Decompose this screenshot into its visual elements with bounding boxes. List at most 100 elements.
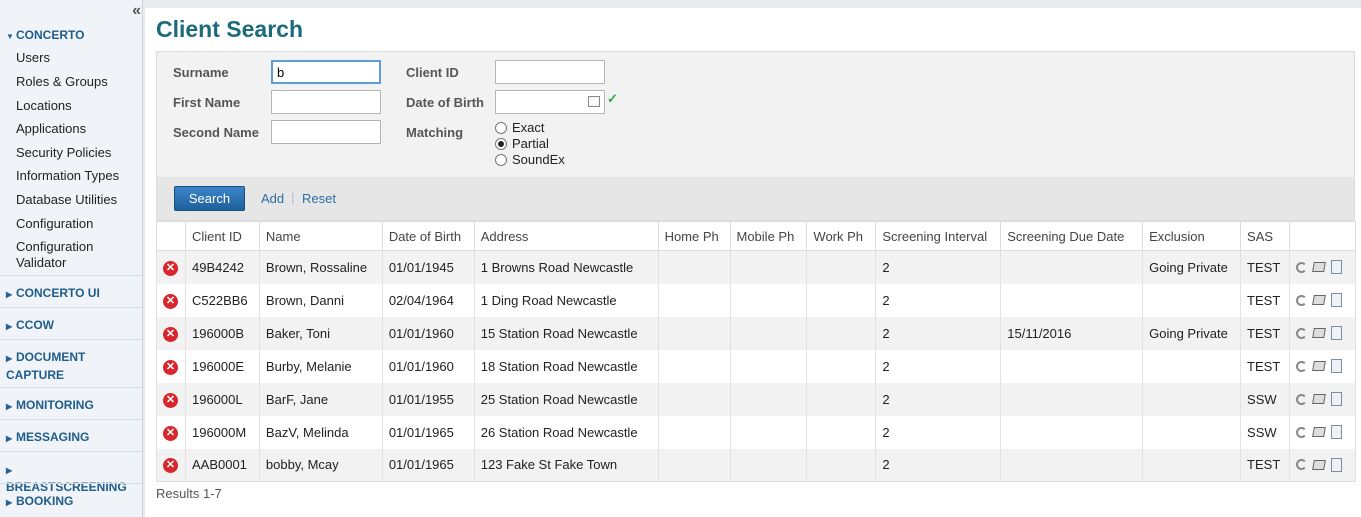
sidebar-header-messaging[interactable]: ▶ MESSAGING: [0, 429, 140, 447]
edit-icon[interactable]: [1312, 295, 1326, 305]
edit-icon[interactable]: [1312, 459, 1326, 470]
table-row[interactable]: ✕ 196000L BarF, Jane 01/01/1955 25 Station R…: [156, 382, 1356, 416]
delete-icon[interactable]: ✕: [163, 293, 178, 309]
refresh-icon[interactable]: [1296, 459, 1307, 471]
sidebar-header-concerto-ui[interactable]: ▶ CONCERTO UI: [0, 285, 140, 303]
column-header-screening-due-date: Screening Due Date: [1000, 221, 1144, 251]
table-row[interactable]: ✕ 196000M BazV, Melinda 01/01/1965 26 Statio…: [156, 415, 1356, 449]
sidebar-item-security-policies[interactable]: Security Policies: [0, 145, 135, 161]
cell-sas: TEST: [1240, 448, 1290, 482]
client-id-input[interactable]: [495, 60, 605, 84]
radio-button[interactable]: [495, 121, 507, 134]
table-row[interactable]: ✕ 196000E Burby, Melanie 01/01/1960 18 Stati…: [156, 349, 1356, 383]
cell-mobile-ph: [729, 250, 808, 284]
sidebar-item-users[interactable]: Users: [0, 50, 135, 66]
edit-icon[interactable]: [1312, 394, 1326, 404]
delete-icon[interactable]: ✕: [163, 392, 178, 408]
sidebar-header-label: BOOKING: [16, 494, 74, 508]
sidebar-item-configuration[interactable]: Configuration: [0, 216, 135, 232]
table-row[interactable]: ✕ C522BB6 Brown, Danni 02/04/1964 1 Ding Roa…: [156, 283, 1356, 317]
table-row[interactable]: ✕ AAB0001 bobby, Mcay 01/01/1965 123 Fake St…: [156, 448, 1356, 482]
column-header-blank: [156, 221, 186, 251]
document-icon[interactable]: [1331, 457, 1342, 472]
refresh-icon[interactable]: [1296, 426, 1307, 438]
sidebar-header-booking[interactable]: ▶ BOOKING: [0, 493, 140, 511]
delete-icon[interactable]: ✕: [163, 458, 178, 474]
edit-icon[interactable]: [1312, 427, 1326, 437]
document-icon[interactable]: [1331, 425, 1342, 439]
refresh-icon[interactable]: [1296, 393, 1307, 405]
cell-home-ph: [657, 316, 731, 350]
radio-button[interactable]: [495, 153, 507, 166]
sidebar-divider: [0, 339, 143, 340]
edit-icon[interactable]: [1312, 328, 1326, 338]
edit-icon[interactable]: [1312, 262, 1326, 273]
matching-option-soundex[interactable]: SoundEx: [495, 152, 565, 167]
document-icon[interactable]: [1331, 359, 1342, 373]
sidebar-header-monitoring[interactable]: ▶ MONITORING: [0, 397, 140, 415]
cell-mobile-ph: [729, 415, 808, 449]
cell-name: BarF, Jane: [258, 382, 383, 416]
search-form: Surname First Name Second Name Client ID…: [156, 51, 1355, 221]
table-row[interactable]: ✕ 49B4242 Brown, Rossaline 01/01/1945 1 Brow…: [156, 250, 1356, 284]
delete-icon[interactable]: ✕: [163, 359, 178, 375]
caret-right-icon: ▶: [6, 434, 13, 443]
collapse-sidebar-icon[interactable]: «: [132, 2, 141, 20]
sidebar-section-booking: ▶ BOOKING: [0, 483, 143, 515]
client-id-label: Client ID: [406, 65, 459, 80]
sidebar-item-roles-and-groups[interactable]: Roles & Groups: [0, 74, 135, 90]
cell-due-date: [1000, 382, 1144, 416]
document-icon[interactable]: [1331, 392, 1342, 406]
add-link[interactable]: Add: [261, 191, 284, 206]
cell-interval: 2: [875, 382, 1002, 416]
cell-work-ph: [806, 316, 877, 350]
radio-button[interactable]: [495, 137, 507, 150]
row-actions-cell: [1289, 349, 1356, 383]
second-name-input[interactable]: [271, 120, 381, 144]
cell-name: BazV, Melinda: [258, 415, 383, 449]
sidebar-section-concerto: ▼ CONCERTO Users Roles & Groups Locations App…: [0, 27, 143, 275]
results-table: Client ID Name Date of Birth Address Home Ph…: [156, 221, 1356, 482]
document-icon[interactable]: [1331, 293, 1342, 307]
cell-interval: 2: [875, 349, 1002, 383]
row-actions-cell: [1289, 382, 1356, 416]
sidebar-item-information-types[interactable]: Information Types: [0, 168, 135, 184]
sidebar-item-database-utilities[interactable]: Database Utilities: [0, 192, 135, 208]
caret-right-icon: ▶: [6, 402, 13, 411]
calendar-icon[interactable]: [588, 96, 600, 107]
sidebar-header-label: MONITORING: [16, 398, 94, 412]
row-actions: [1296, 425, 1349, 439]
cell-name: Burby, Melanie: [258, 349, 383, 383]
matching-option-partial[interactable]: Partial: [495, 136, 549, 151]
sidebar-header-document-capture[interactable]: ▶ DOCUMENT CAPTURE: [0, 349, 140, 383]
sidebar-item-locations[interactable]: Locations: [0, 98, 135, 114]
matching-option-exact[interactable]: Exact: [495, 120, 545, 135]
first-name-input[interactable]: [271, 90, 381, 114]
document-icon[interactable]: [1331, 260, 1342, 275]
search-button[interactable]: Search: [174, 186, 245, 211]
delete-icon[interactable]: ✕: [163, 326, 178, 342]
refresh-icon[interactable]: [1296, 327, 1307, 339]
sidebar-header-concerto[interactable]: ▼ CONCERTO: [0, 27, 140, 45]
refresh-icon[interactable]: [1296, 360, 1307, 372]
sidebar-header-ccow[interactable]: ▶ CCOW: [0, 317, 140, 335]
refresh-icon[interactable]: [1296, 261, 1307, 273]
caret-right-icon: ▶: [6, 498, 13, 507]
reset-link[interactable]: Reset: [302, 191, 336, 206]
document-icon[interactable]: [1331, 326, 1342, 340]
surname-input[interactable]: [271, 60, 381, 84]
row-actions: [1296, 457, 1349, 472]
refresh-icon[interactable]: [1296, 294, 1307, 306]
sidebar-divider: [0, 307, 143, 308]
sidebar-item-applications[interactable]: Applications: [0, 121, 135, 137]
edit-icon[interactable]: [1312, 361, 1326, 371]
delete-icon[interactable]: ✕: [163, 260, 178, 276]
sidebar-section-document-capture: ▶ DOCUMENT CAPTURE: [0, 339, 143, 387]
row-actions: [1296, 293, 1349, 307]
caret-right-icon: ▶: [6, 290, 13, 299]
cell-exclusion: [1142, 349, 1242, 383]
row-actions: [1296, 260, 1349, 275]
delete-icon[interactable]: ✕: [163, 425, 178, 441]
table-row[interactable]: ✕ 196000B Baker, Toni 01/01/1960 15 Station …: [156, 316, 1356, 350]
sidebar-item-configuration-validator[interactable]: Configuration Validator: [0, 239, 135, 271]
